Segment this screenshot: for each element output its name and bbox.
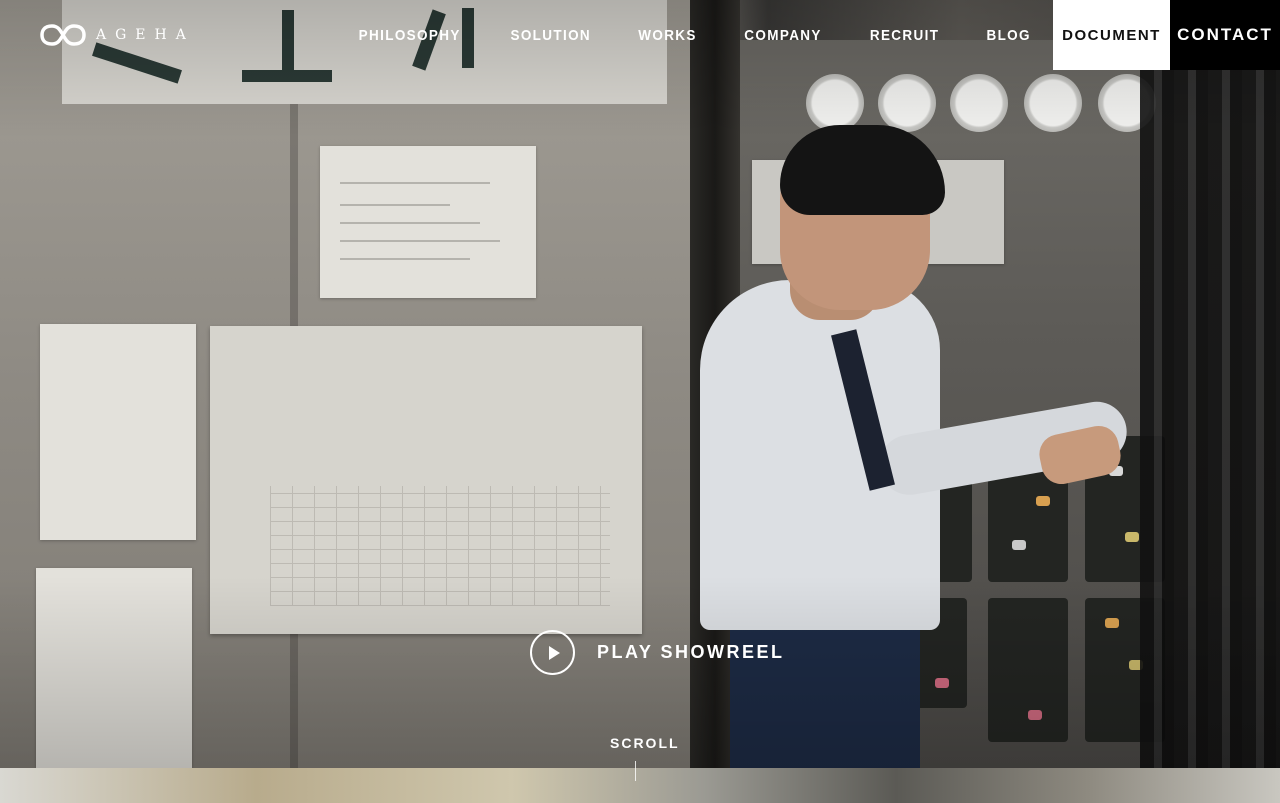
- play-showreel-button[interactable]: PLAY SHOWREEL: [530, 630, 785, 675]
- next-section-preview: [0, 768, 1280, 803]
- site-header: AGEHA PHILOSOPHY SOLUTION WORKS COMPANY …: [0, 0, 1280, 70]
- logo-text: AGEHA: [96, 27, 195, 43]
- logo-infinity-icon: [40, 24, 86, 46]
- nav-item-recruit[interactable]: RECRUIT: [852, 27, 957, 44]
- nav-item-solution[interactable]: SOLUTION: [492, 27, 609, 44]
- nav-item-blog[interactable]: BLOG: [968, 27, 1048, 44]
- main-nav: PHILOSOPHY SOLUTION WORKS COMPANY RECRUI…: [333, 0, 1053, 70]
- play-icon: [530, 630, 575, 675]
- scroll-line: [635, 761, 636, 781]
- document-button[interactable]: DOCUMENT: [1053, 0, 1170, 70]
- contact-button[interactable]: CONTACT: [1170, 0, 1280, 70]
- play-showreel-label: PLAY SHOWREEL: [597, 642, 785, 662]
- nav-item-works[interactable]: WORKS: [621, 27, 716, 44]
- nav-item-company[interactable]: COMPANY: [727, 27, 840, 44]
- scroll-indicator[interactable]: SCROLL: [610, 735, 680, 751]
- nav-item-philosophy[interactable]: PHILOSOPHY: [340, 27, 478, 44]
- logo[interactable]: AGEHA: [40, 22, 195, 48]
